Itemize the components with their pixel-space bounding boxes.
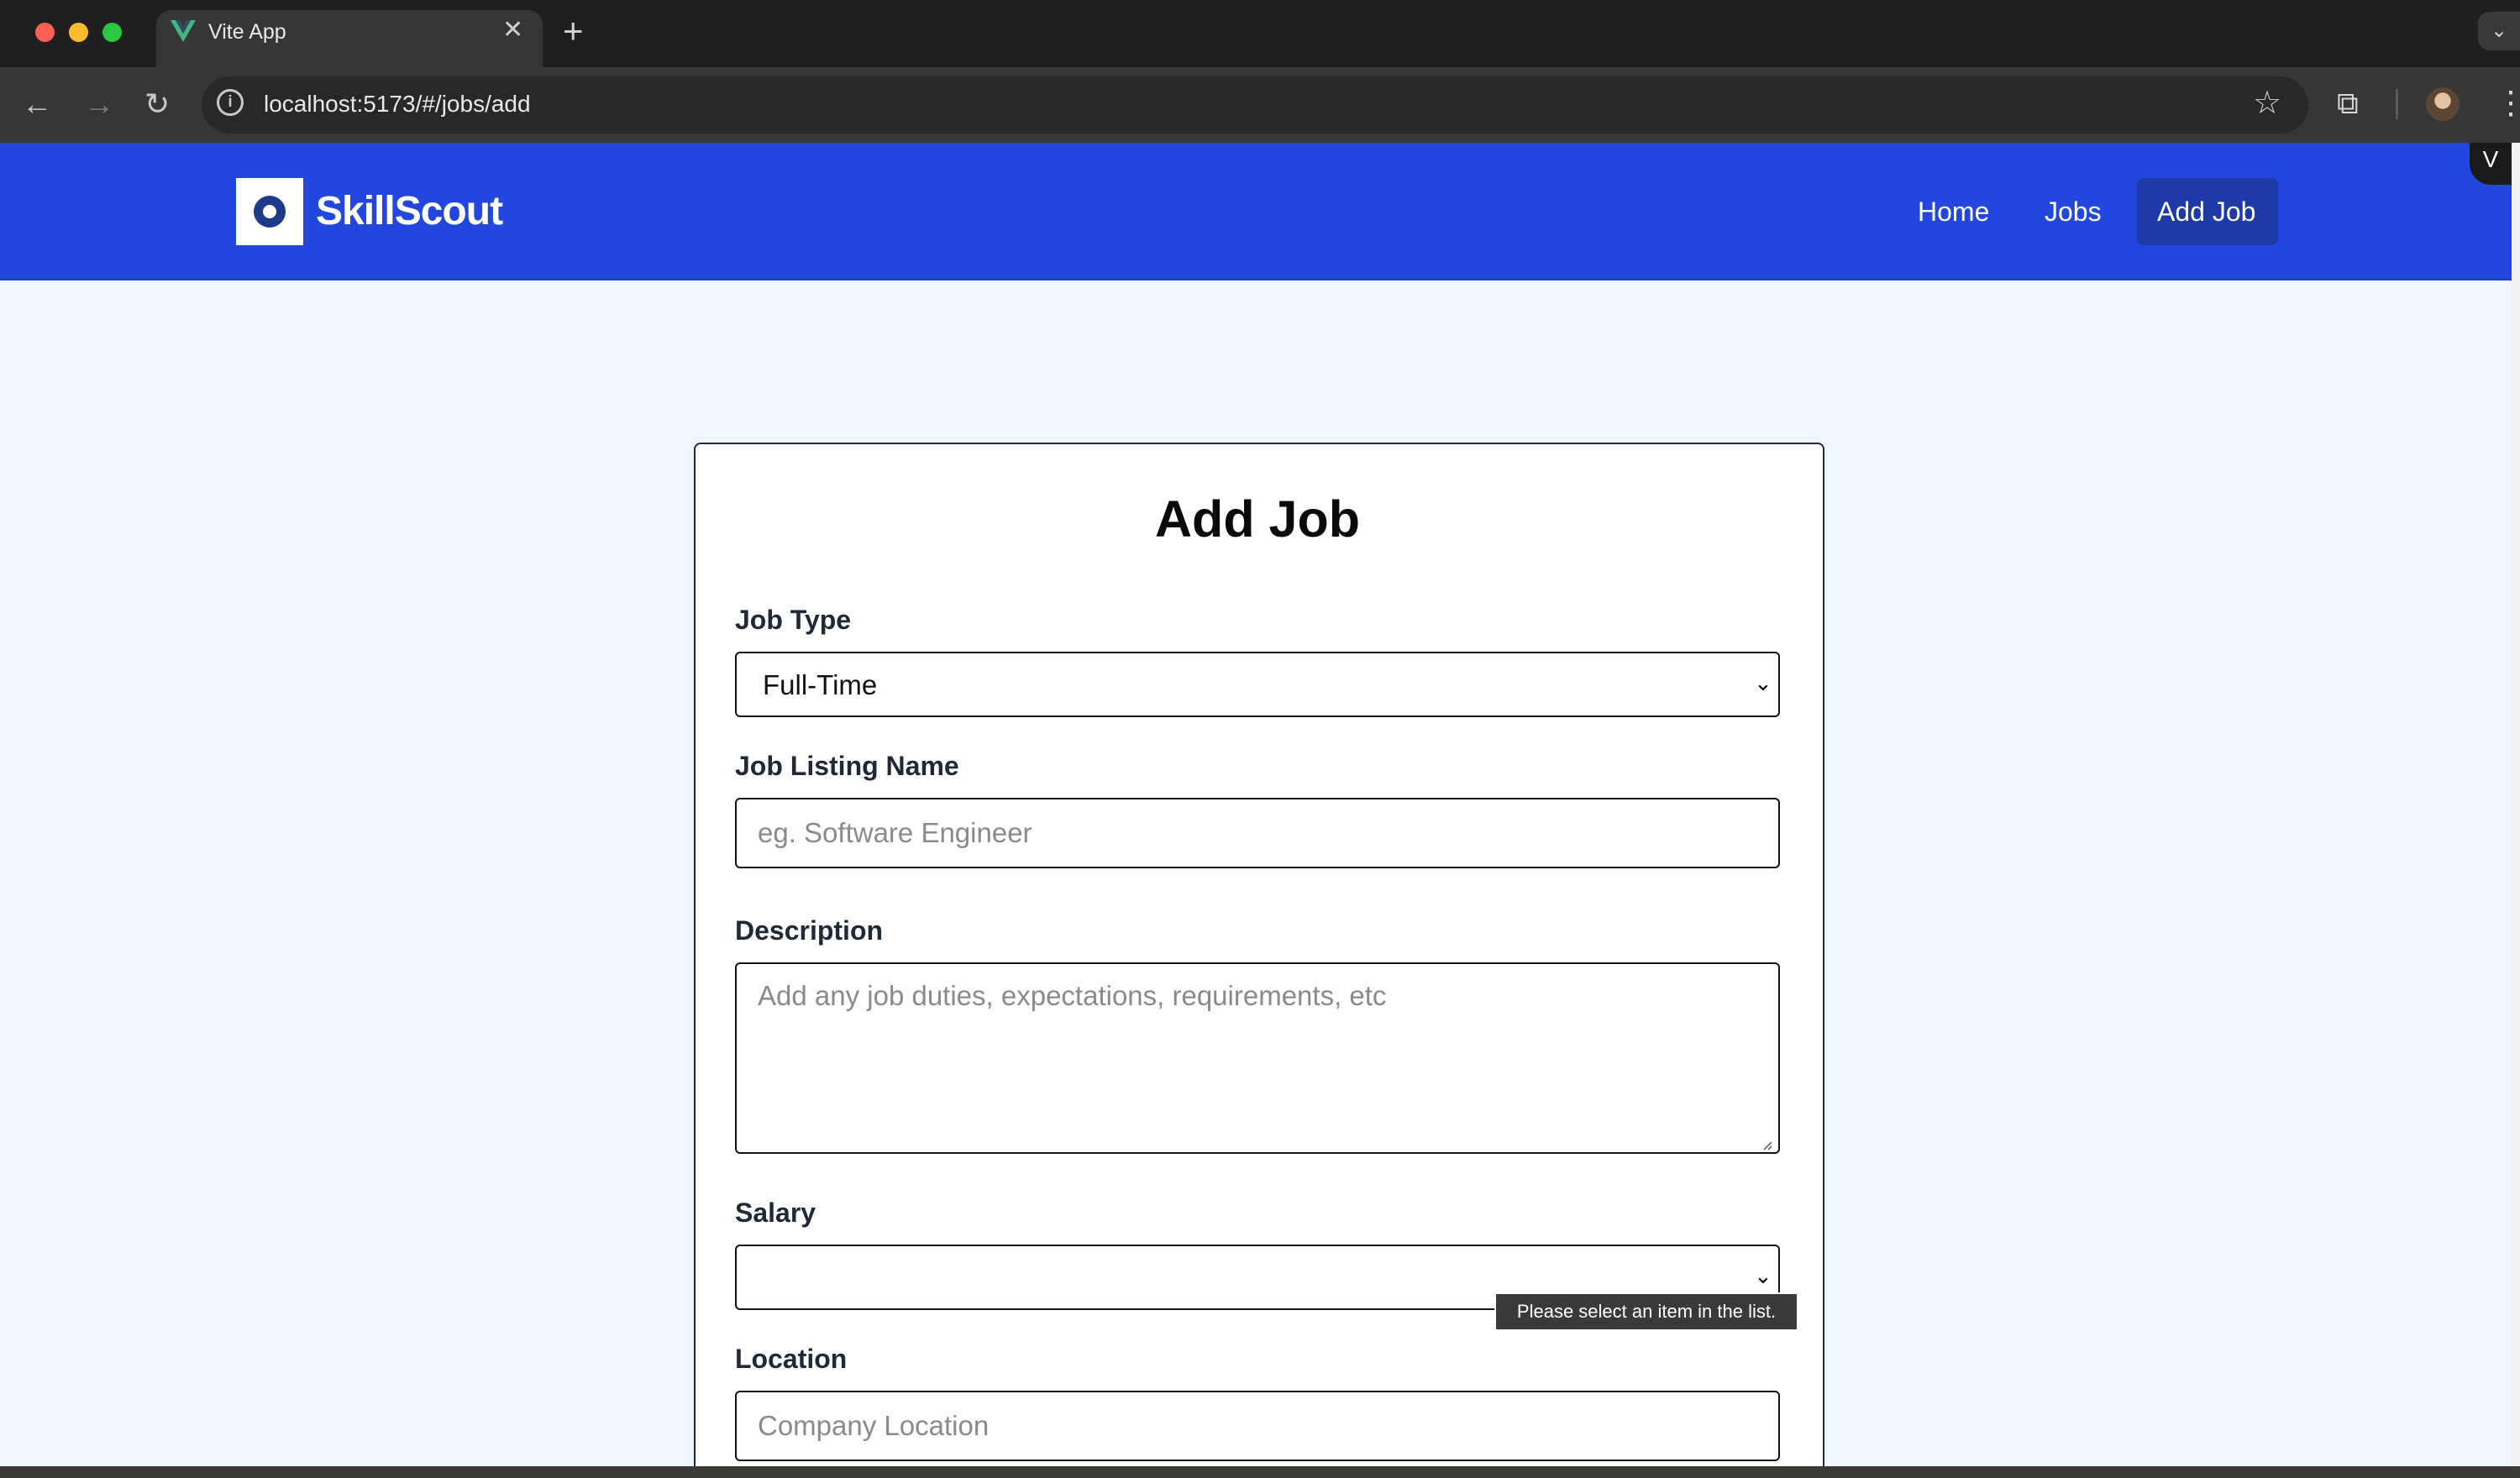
browser-menu-icon[interactable]: ⋮ (2495, 84, 2520, 123)
description-label: Description (735, 915, 884, 946)
description-placeholder: Add any job duties, expectations, requir… (758, 980, 1387, 1011)
page-viewport: SkillScout Home Jobs Add Job V Add Job J… (0, 143, 2512, 1466)
chevron-down-icon: ⌄ (1754, 670, 1772, 695)
minimize-window-button[interactable] (69, 23, 88, 42)
profile-avatar[interactable] (2426, 87, 2460, 121)
new-tab-icon[interactable]: + (563, 10, 584, 52)
vue-logo-icon (171, 20, 196, 42)
nav-add-job-link[interactable]: Add Job (2157, 193, 2255, 230)
site-header: SkillScout Home Jobs Add Job V (0, 143, 2512, 280)
extensions-icon[interactable]: ⧉ (2337, 84, 2359, 123)
logo-center (263, 205, 276, 218)
salary-label: Salary (735, 1198, 816, 1228)
forward-icon[interactable]: → (84, 86, 114, 123)
resize-handle-icon[interactable] (1762, 1140, 1772, 1150)
job-listing-name-placeholder: eg. Software Engineer (758, 817, 1032, 848)
form-title: Add Job (1155, 490, 1360, 548)
location-placeholder: Company Location (758, 1410, 990, 1441)
nav-jobs-link[interactable]: Jobs (2045, 193, 2102, 230)
job-type-value: Full-Time (763, 669, 878, 700)
window-bottom-edge (0, 1466, 2520, 1478)
vue-devtools-badge[interactable]: V (2470, 143, 2512, 185)
validation-tooltip: Please select an item in the list. (1494, 1292, 1798, 1331)
url-text[interactable]: localhost:5173/#/jobs/add (264, 89, 531, 119)
tab-close-icon[interactable]: ✕ (502, 15, 523, 45)
chevron-down-icon: ⌄ (1754, 1263, 1772, 1288)
tab-title: Vite App (208, 20, 286, 44)
close-window-button[interactable] (35, 23, 55, 42)
job-type-label: Job Type (735, 605, 852, 635)
reload-icon[interactable]: ↻ (144, 86, 170, 123)
job-type-select[interactable] (735, 652, 1780, 717)
bookmark-star-icon[interactable]: ☆ (2253, 84, 2281, 123)
site-info-icon[interactable]: i (217, 89, 244, 116)
toolbar-divider (2396, 89, 2398, 119)
brand-name[interactable]: SkillScout (316, 188, 503, 235)
back-icon[interactable]: ← (22, 86, 52, 123)
location-label: Location (735, 1344, 848, 1374)
job-listing-name-label: Job Listing Name (735, 751, 959, 781)
nav-home-link[interactable]: Home (1918, 193, 1989, 230)
maximize-window-button[interactable] (102, 23, 122, 42)
page-scrollbar[interactable] (2512, 143, 2520, 1466)
tab-search-icon[interactable]: ⌄ (2478, 12, 2520, 50)
